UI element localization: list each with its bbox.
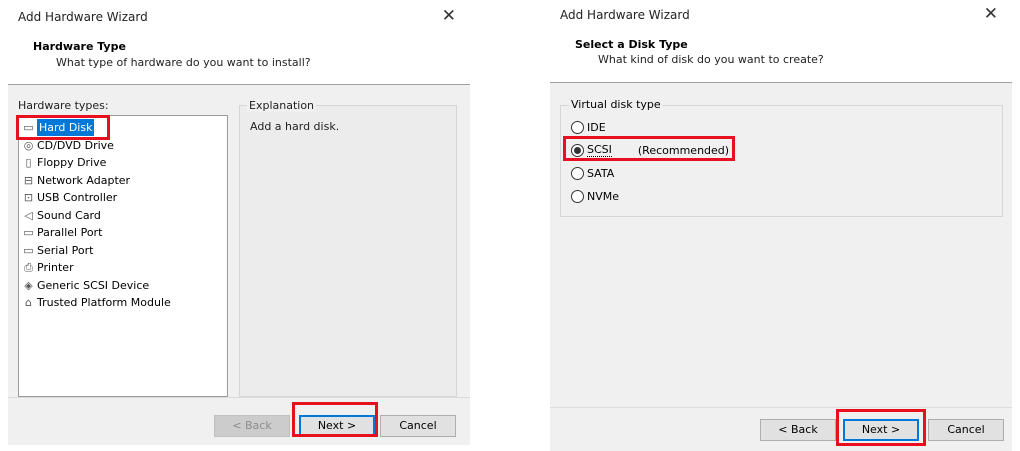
explanation-label: Explanation: [247, 99, 317, 112]
disk-type-dialog: Add Hardware Wizard ✕ Select a Disk Type…: [550, 0, 1012, 451]
next-button[interactable]: Next >: [299, 415, 375, 437]
hardware-type-label: Floppy Drive: [37, 156, 107, 169]
scsi-device-icon: ◈: [24, 278, 33, 292]
hardware-type-label: Generic SCSI Device: [37, 278, 150, 292]
hardware-type-item[interactable]: ▭ Serial Port: [22, 242, 93, 259]
disk-type-option-sata[interactable]: SATA: [571, 165, 614, 181]
recommended-note: (Recommended): [637, 143, 730, 157]
hardware-type-item[interactable]: ◈ Generic SCSI Device: [22, 277, 149, 294]
cancel-button[interactable]: Cancel: [928, 419, 1004, 441]
close-icon[interactable]: ✕: [442, 6, 456, 26]
hardware-type-label: Serial Port: [37, 243, 94, 257]
wizard-footer: < Back Next > Cancel: [550, 408, 1012, 451]
hardware-type-label: Hard Disk: [37, 119, 95, 136]
hardware-types-label: Hardware types:: [18, 99, 109, 112]
wizard-body: Virtual disk type IDE SCSI (Recommended) SA…: [550, 83, 1012, 407]
parallel-port-icon: ▭: [23, 226, 34, 239]
disk-type-label: NVMe: [587, 189, 620, 203]
floppy-icon: ▯: [25, 156, 32, 169]
hardware-type-label: Parallel Port: [37, 226, 103, 239]
back-button[interactable]: < Back: [214, 415, 290, 437]
header-title: Hardware Type: [33, 40, 126, 53]
hardware-type-label: Trusted Platform Module: [37, 296, 171, 309]
hardware-type-label: Network Adapter: [37, 173, 131, 187]
hardware-type-item[interactable]: ◁ Sound Card: [22, 207, 101, 224]
radio-unchecked-icon[interactable]: [571, 189, 584, 203]
wizard-body: Hardware types: ▭ Hard Disk ◎ CD/DVD Drive ▯…: [8, 85, 470, 397]
serial-port-icon: ▭: [23, 243, 34, 257]
hardware-type-item[interactable]: ▭ Parallel Port: [22, 224, 102, 241]
hardware-type-item[interactable]: ▭ Hard Disk: [22, 119, 95, 136]
hardware-type-dialog: Add Hardware Wizard ✕ Hardware Type What…: [8, 0, 470, 445]
hardware-type-item[interactable]: ⊟ Network Adapter: [22, 172, 130, 189]
disk-type-label: SATA: [587, 166, 615, 180]
radio-unchecked-icon[interactable]: [571, 166, 584, 180]
window-title: Add Hardware Wizard: [560, 8, 690, 22]
wizard-header: Select a Disk Type What kind of disk do …: [550, 34, 1012, 78]
close-icon[interactable]: ✕: [984, 4, 998, 24]
cd-dvd-icon: ◎: [23, 138, 34, 152]
network-adapter-icon: ⊟: [23, 173, 34, 187]
virtual-disk-type-label: Virtual disk type: [569, 98, 663, 111]
printer-icon: ⎙: [24, 261, 33, 274]
disk-type-label: IDE: [587, 120, 606, 134]
hardware-type-label: USB Controller: [37, 191, 118, 204]
hardware-type-item[interactable]: ◎ CD/DVD Drive: [22, 137, 114, 154]
cancel-button[interactable]: Cancel: [380, 415, 456, 437]
hardware-type-item[interactable]: ⊡ USB Controller: [22, 189, 117, 206]
tpm-icon: ⌂: [25, 296, 32, 309]
back-button[interactable]: < Back: [760, 419, 836, 441]
hard-disk-icon: ▭: [23, 121, 34, 134]
header-subtitle: What type of hardware do you want to ins…: [56, 56, 311, 69]
radio-unchecked-icon[interactable]: [571, 120, 584, 134]
hardware-type-label: CD/DVD Drive: [37, 138, 114, 152]
hardware-type-item[interactable]: ▯ Floppy Drive: [22, 154, 106, 171]
hardware-type-item[interactable]: ⎙ Printer: [22, 259, 74, 276]
window-title: Add Hardware Wizard: [18, 10, 148, 24]
sound-card-icon: ◁: [24, 208, 33, 222]
disk-type-option-scsi[interactable]: SCSI (Recommended): [571, 142, 729, 158]
explanation-text: Add a hard disk.: [250, 120, 340, 133]
usb-icon: ⊡: [23, 191, 34, 204]
next-button[interactable]: Next >: [843, 419, 919, 441]
wizard-footer: < Back Next > Cancel: [8, 398, 470, 445]
disk-type-option-nvme[interactable]: NVMe: [571, 188, 619, 204]
title-bar: Add Hardware Wizard ✕: [550, 0, 1012, 34]
virtual-disk-type-group: Virtual disk type IDE SCSI (Recommended) SA…: [560, 98, 1003, 217]
hardware-type-label: Printer: [37, 261, 74, 274]
hardware-type-label: Sound Card: [37, 208, 101, 222]
header-subtitle: What kind of disk do you want to create?: [598, 53, 824, 66]
disk-type-label: SCSI: [587, 143, 612, 157]
hardware-types-list[interactable]: ▭ Hard Disk ◎ CD/DVD Drive ▯ Floppy Drive ⊟ Net…: [18, 115, 228, 397]
hardware-type-item[interactable]: ⌂ Trusted Platform Module: [22, 294, 171, 311]
title-bar: Add Hardware Wizard ✕: [8, 0, 470, 34]
radio-checked-icon[interactable]: [571, 143, 584, 157]
explanation-group: Explanation Add a hard disk.: [239, 99, 457, 397]
wizard-header: Hardware Type What type of hardware do y…: [8, 34, 470, 78]
header-title: Select a Disk Type: [575, 38, 688, 51]
disk-type-option-ide[interactable]: IDE: [571, 119, 606, 135]
